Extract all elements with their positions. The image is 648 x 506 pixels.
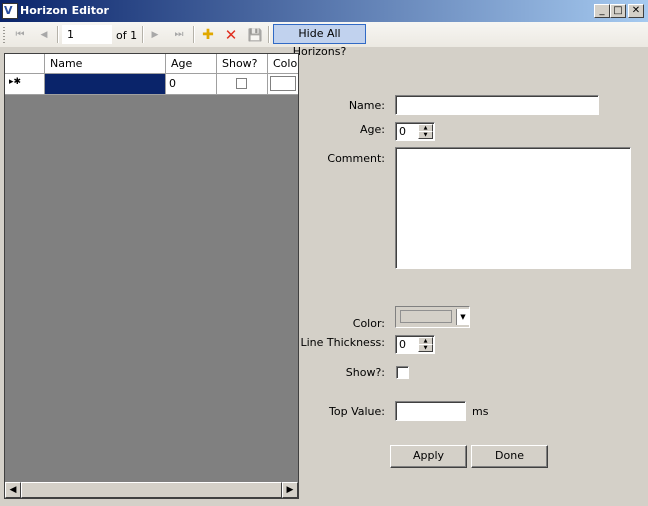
line-thickness-value: 0 xyxy=(399,338,406,351)
column-header-age[interactable]: Age xyxy=(166,54,217,74)
show-checkbox-form[interactable] xyxy=(396,366,409,379)
color-label: Color: xyxy=(352,317,385,330)
color-swatch xyxy=(270,76,296,91)
horizon-grid[interactable]: Name Age Show? Color ▸✱ 0 ◀ ▶ xyxy=(4,53,299,499)
column-header-color[interactable]: Color xyxy=(268,54,298,74)
save-icon[interactable]: 💾 xyxy=(246,26,264,44)
thickness-down-icon[interactable]: ▼ xyxy=(418,344,433,352)
next-record-icon[interactable]: ▶ xyxy=(146,26,164,44)
toolbar-separator xyxy=(142,26,144,43)
cell-name[interactable] xyxy=(45,74,166,95)
cell-age[interactable]: 0 xyxy=(166,74,217,95)
age-label: Age: xyxy=(360,123,385,136)
delete-icon[interactable]: ✕ xyxy=(222,26,240,44)
toolbar-separator xyxy=(193,26,195,43)
color-picker[interactable]: ▼ xyxy=(395,306,470,328)
toolbar-grip xyxy=(3,27,5,43)
name-input[interactable] xyxy=(395,95,599,115)
show-checkbox[interactable] xyxy=(236,78,247,89)
maximize-button[interactable]: □ xyxy=(610,4,626,18)
toolbar-separator xyxy=(57,26,59,43)
record-count-label: of 1 xyxy=(116,29,138,42)
toolbar-separator xyxy=(268,26,270,43)
color-preview xyxy=(400,310,452,323)
close-button[interactable]: ✕ xyxy=(628,4,644,18)
horizontal-scrollbar[interactable]: ◀ ▶ xyxy=(5,482,298,498)
hide-all-horizons-button[interactable]: Hide All Horizons? xyxy=(273,24,366,58)
minimize-button[interactable]: _ xyxy=(594,4,610,18)
position-input[interactable]: 1 xyxy=(62,25,112,44)
first-record-icon[interactable]: ⏮ xyxy=(11,26,29,44)
apply-button[interactable]: Apply xyxy=(390,445,467,468)
column-header-show[interactable]: Show? xyxy=(217,54,268,74)
cell-color[interactable] xyxy=(268,74,298,95)
column-header-name[interactable]: Name xyxy=(45,54,166,74)
row-indicator[interactable]: ▸✱ xyxy=(5,74,45,95)
line-thickness-label: Line Thickness: xyxy=(300,336,386,349)
last-record-icon[interactable]: ⏭ xyxy=(170,26,188,44)
comment-label: Comment: xyxy=(327,152,385,165)
age-stepper[interactable]: 0 ▲ ▼ xyxy=(395,122,435,141)
previous-record-icon[interactable]: ◀ xyxy=(35,26,53,44)
scroll-left-icon[interactable]: ◀ xyxy=(5,482,21,498)
name-label: Name: xyxy=(348,99,385,112)
cell-show[interactable] xyxy=(217,74,268,95)
age-value: 0 xyxy=(399,125,406,138)
chevron-down-icon[interactable]: ▼ xyxy=(456,309,469,325)
row-header-corner xyxy=(5,54,45,74)
top-value-label: Top Value: xyxy=(329,405,385,418)
age-down-icon[interactable]: ▼ xyxy=(418,131,433,139)
app-icon: V xyxy=(2,3,18,19)
show-label: Show?: xyxy=(345,366,385,379)
comment-textarea[interactable] xyxy=(395,147,631,269)
line-thickness-stepper[interactable]: 0 ▲ ▼ xyxy=(395,335,435,354)
scroll-thumb[interactable] xyxy=(21,482,282,498)
window-title: Horizon Editor xyxy=(20,4,109,17)
title-bar: V Horizon Editor _ □ ✕ xyxy=(0,0,648,22)
add-icon[interactable]: ✚ xyxy=(199,26,217,44)
scroll-right-icon[interactable]: ▶ xyxy=(282,482,298,498)
top-value-input[interactable] xyxy=(395,401,466,421)
done-button[interactable]: Done xyxy=(471,445,548,468)
top-value-unit: ms xyxy=(472,405,489,418)
